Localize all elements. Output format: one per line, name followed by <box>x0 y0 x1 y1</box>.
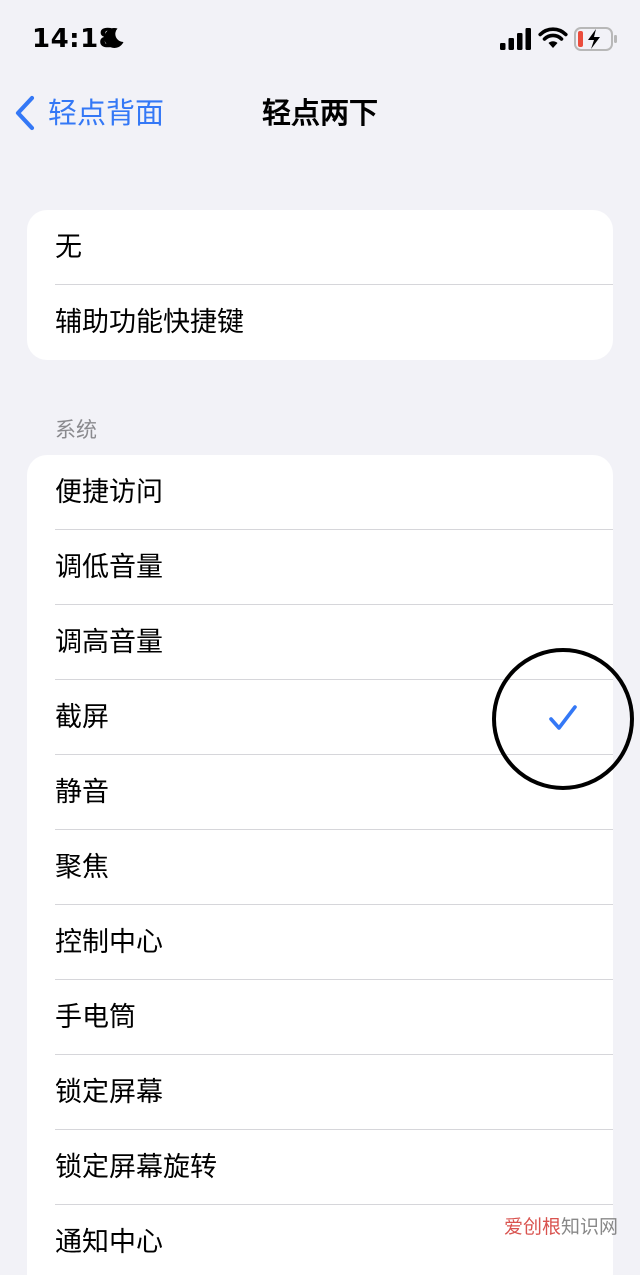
option-label: 辅助功能快捷键 <box>55 307 244 338</box>
battery-charging-icon <box>574 27 617 51</box>
option-row-focus[interactable]: 聚焦 <box>27 830 613 905</box>
checkmark-icon <box>549 705 577 730</box>
signal-icon <box>500 28 531 50</box>
option-row-volume-down[interactable]: 调低音量 <box>27 530 613 605</box>
navigation-bar: 轻点背面 轻点两下 <box>0 80 640 146</box>
option-row-lock-rotation[interactable]: 锁定屏幕旋转 <box>27 1130 613 1205</box>
option-label: 锁定屏幕 <box>55 1077 163 1108</box>
option-label: 手电筒 <box>55 1002 136 1033</box>
watermark-text-site: 知识网 <box>560 1216 618 1238</box>
option-label: 截屏 <box>55 702 109 733</box>
option-row-lock-screen[interactable]: 锁定屏幕 <box>27 1055 613 1130</box>
option-label: 便捷访问 <box>55 477 163 508</box>
page-title: 轻点两下 <box>261 96 378 130</box>
option-label: 调高音量 <box>55 627 163 658</box>
option-row-screenshot[interactable]: 截屏 <box>27 680 613 755</box>
option-label: 聚焦 <box>55 852 109 883</box>
option-row-mute[interactable]: 静音 <box>27 755 613 830</box>
option-row-control-center[interactable]: 控制中心 <box>27 905 613 980</box>
moon-icon <box>104 27 124 48</box>
options-group-system: 便捷访问 调低音量 调高音量 截屏 静音 聚焦 控制中心 手电筒 锁定屏幕 锁定… <box>27 455 613 1275</box>
option-label: 静音 <box>55 777 109 808</box>
option-row-reachability[interactable]: 便捷访问 <box>27 455 613 530</box>
section-header-system: 系统 <box>55 418 97 442</box>
option-label: 控制中心 <box>55 927 163 958</box>
watermark-text-brand: 爱创根 <box>503 1216 561 1238</box>
option-label: 无 <box>55 232 82 263</box>
watermark: 爱创根知识网 <box>504 1215 618 1239</box>
option-row-none[interactable]: 无 <box>27 210 613 285</box>
option-row-flashlight[interactable]: 手电筒 <box>27 980 613 1055</box>
option-label: 调低音量 <box>55 552 163 583</box>
wifi-icon <box>538 27 568 48</box>
status-bar: 14:18 <box>0 0 640 80</box>
option-label: 锁定屏幕旋转 <box>55 1152 217 1183</box>
option-row-accessibility-shortcut[interactable]: 辅助功能快捷键 <box>27 285 613 360</box>
option-label: 通知中心 <box>55 1227 163 1258</box>
option-row-volume-up[interactable]: 调高音量 <box>27 605 613 680</box>
options-group-general: 无 辅助功能快捷键 <box>27 210 613 360</box>
